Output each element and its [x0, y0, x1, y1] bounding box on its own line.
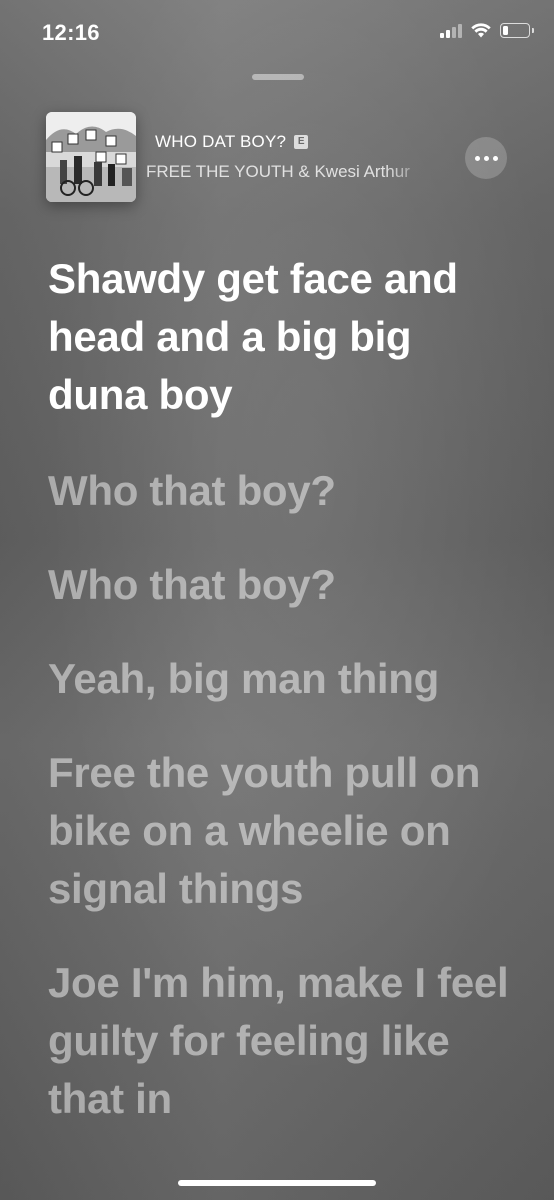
song-title: WHO DAT BOY? [155, 132, 287, 151]
status-time: 12:16 [42, 20, 100, 45]
battery-icon [500, 22, 534, 38]
lyric-line[interactable]: Who that boy? [48, 462, 518, 520]
home-indicator[interactable] [178, 1180, 376, 1186]
lyrics-list[interactable]: Shawdy get face and head and a big big d… [48, 250, 518, 1164]
lyric-line[interactable]: Yeah, big man thing [48, 650, 518, 708]
more-options-button[interactable] [465, 137, 507, 179]
lyric-line[interactable]: Who that boy? [48, 556, 518, 614]
ellipsis-icon-dot [483, 155, 489, 161]
lyric-line[interactable]: Free the youth pull on bike on a wheelie… [48, 744, 518, 918]
lyric-line[interactable]: Joe I'm him, make I feel guilty for feel… [48, 954, 518, 1128]
explicit-badge: E [294, 135, 309, 149]
ellipsis-icon-dot [492, 155, 498, 161]
status-bar: 12:16 [0, 0, 554, 64]
status-icons [440, 22, 534, 38]
artwork-image [46, 112, 136, 202]
song-title-row[interactable]: WHO DAT BOY? E [155, 132, 309, 152]
song-artist[interactable]: FREE THE YOUTH & Kwesi Arthur [146, 162, 432, 182]
signal-icon [440, 22, 462, 38]
wifi-icon [471, 22, 491, 37]
album-artwork[interactable] [46, 112, 136, 202]
lyric-line-current[interactable]: Shawdy get face and head and a big big d… [48, 250, 518, 424]
ellipsis-icon-dot [474, 155, 480, 161]
sheet-grabber[interactable] [252, 74, 304, 80]
